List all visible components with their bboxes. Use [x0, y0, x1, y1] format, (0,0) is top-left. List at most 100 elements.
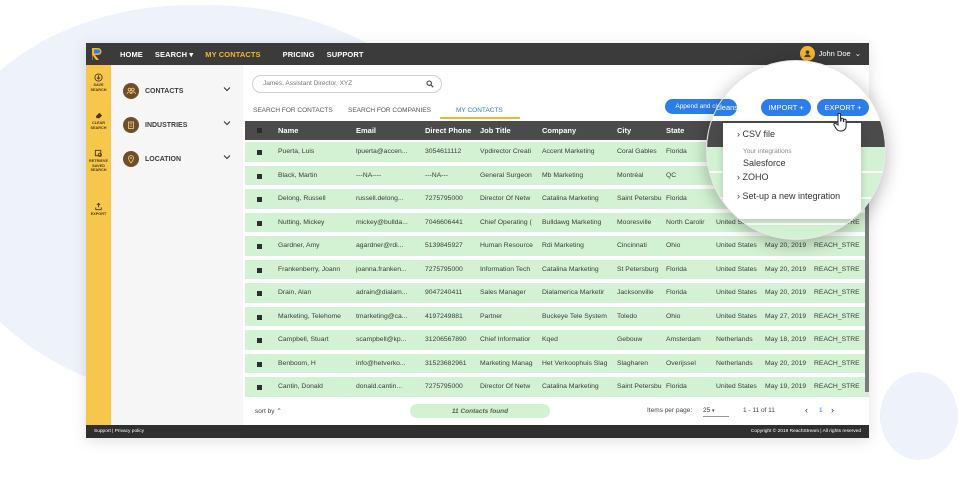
export-rail-button[interactable]: EXPORT [86, 202, 111, 217]
nav-search[interactable]: SEARCH ▾ [155, 50, 193, 59]
user-name: John Doe [818, 49, 851, 58]
row-checkbox[interactable] [257, 314, 262, 320]
column-header[interactable]: Name [278, 126, 298, 135]
clear-search-button[interactable]: CLEAR SEARCH [86, 111, 111, 130]
row-checkbox[interactable] [257, 361, 262, 367]
prev-page-icon[interactable]: ‹ [805, 405, 808, 415]
building-icon [123, 117, 139, 133]
filter-location[interactable]: LOCATION [111, 146, 243, 172]
row-checkbox[interactable] [257, 173, 262, 179]
export-zoho-option[interactable]: › ZOHO [737, 172, 769, 182]
table-cell: 7275795000 [425, 265, 463, 273]
select-all-checkbox[interactable] [257, 128, 262, 133]
save-search-button[interactable]: SAVE SEARCH [86, 73, 111, 92]
search-box [252, 75, 442, 93]
row-checkbox[interactable] [257, 291, 262, 296]
table-cell: Partner [480, 312, 503, 320]
pagination-range: 1 - 11 of 11 [743, 407, 775, 414]
row-checkbox[interactable] [257, 150, 262, 155]
table-cell: Ohio [666, 242, 681, 249]
table-cell: REACH_STRE [814, 265, 860, 273]
rail-label: EXPORT [90, 212, 107, 216]
location-pin-icon [123, 151, 139, 167]
logo-icon[interactable] [86, 43, 108, 65]
current-page[interactable]: 1 [819, 407, 823, 414]
table-cell: Catalina Marketing [542, 265, 599, 273]
column-header[interactable]: Email [356, 126, 376, 135]
copyright-text: Copyright © 2019 ReachStream | All right… [750, 429, 861, 434]
retrieve-saved-search-button[interactable]: RETRIEVE SAVED SEARCH [86, 149, 111, 173]
row-checkbox[interactable] [257, 220, 262, 226]
row-checkbox[interactable] [257, 338, 262, 343]
menu-item-label: ZOHO [742, 172, 769, 182]
table-row[interactable]: Frankenberry, Joann joanna.franken... 7275… [245, 259, 869, 281]
search-input[interactable] [263, 80, 423, 87]
table-cell: 9047240411 [425, 289, 463, 296]
nav-support[interactable]: SUPPORT [327, 50, 364, 59]
nav-my-contacts[interactable]: MY CONTACTS [205, 50, 260, 59]
table-cell: Netherlands [716, 359, 753, 367]
table-cell: Saint Petersbu [617, 383, 662, 390]
tab-search-contacts[interactable]: SEARCH FOR CONTACTS [253, 107, 333, 114]
import-button-zoom[interactable]: IMPORT + [761, 99, 811, 116]
user-menu[interactable]: John Doe ⌄ [799, 46, 861, 61]
table-cell: REACH_STRE [814, 336, 860, 343]
table-cell: United States [716, 242, 757, 249]
chevron-down-icon: ▾ [189, 49, 194, 59]
column-header[interactable]: State [666, 126, 684, 135]
nav-pricing[interactable]: PRICING [283, 50, 315, 59]
table-cell: Dialamerica Marketir [542, 289, 605, 296]
table-row[interactable]: Benboom, H info@hetverko... 31523682961 Mar… [245, 353, 869, 375]
row-checkbox[interactable] [257, 267, 262, 273]
column-header[interactable]: City [617, 126, 631, 135]
export-csv-option[interactable]: › CSV file [737, 129, 775, 139]
table-cell: Black, Martin [278, 171, 318, 179]
tab-my-contacts[interactable]: MY CONTACTS [456, 107, 503, 114]
row-checkbox[interactable] [257, 385, 262, 390]
chevron-down-icon [223, 87, 231, 92]
table-cell: Frankenberry, Joann [278, 265, 341, 273]
table-row[interactable]: Drain, Alan adrain@dialam... 9047240411 Sal… [245, 283, 869, 305]
support-privacy-links[interactable]: Support | Privacy policy [94, 429, 144, 434]
table-cell: ---NA--- [425, 171, 449, 179]
column-header[interactable]: Company [542, 126, 576, 135]
search-icon[interactable] [426, 80, 434, 88]
column-header[interactable]: Job Title [480, 126, 511, 135]
table-row[interactable]: Marketing, Telehome tmarketing@ca... 41972… [245, 306, 869, 328]
chevron-down-icon: ▾ [712, 408, 715, 414]
table-cell: Jacksonville [617, 289, 654, 296]
table-row[interactable]: Gardner, Amy agardner@rdi... 5139845927 Hum… [245, 236, 869, 258]
table-row[interactable]: Cantin, Donald donald.cantin... 7275795000… [245, 377, 869, 397]
items-per-page-select[interactable]: 25 ▾ [703, 405, 729, 417]
export-icon [95, 202, 102, 211]
table-cell: Human Resource [480, 242, 533, 249]
table-cell: Director Of Netw [480, 383, 531, 390]
export-salesforce-option[interactable]: Salesforce [743, 158, 786, 168]
table-cell: REACH_STRE [814, 312, 860, 320]
chevron-right-icon: › [737, 129, 740, 139]
column-header[interactable]: Direct Phone [425, 126, 471, 135]
append-cleanse-button-zoom[interactable]: Append and cleanse [707, 99, 742, 116]
table-cell: Chief Operating ( [480, 218, 532, 226]
sort-by-button[interactable]: sort by ⌃ [255, 407, 282, 415]
bottom-bar: Support | Privacy policy Copyright © 201… [86, 425, 869, 438]
nav-home[interactable]: HOME [120, 50, 143, 59]
filter-contacts[interactable]: CONTACTS [111, 78, 243, 104]
row-checkbox[interactable] [257, 244, 262, 249]
filter-industries[interactable]: INDUSTRIES [111, 112, 243, 138]
table-cell: May 20, 2019 [765, 265, 807, 273]
next-page-icon[interactable]: › [831, 405, 834, 415]
table-row[interactable]: Campbell, Stuart scampbell@kp... 312065678… [245, 330, 869, 352]
table-cell: Marketing, Telehome [278, 312, 341, 320]
table-cell: Saint Petersbu [617, 195, 662, 202]
eraser-icon [95, 112, 103, 119]
table-cell: Slagharen [617, 359, 648, 367]
table-cell: 31523682961 [425, 359, 467, 367]
table-cell: Puerta, Luis [278, 148, 315, 155]
items-per-page-label: Items per page: [647, 407, 693, 414]
row-checkbox[interactable] [257, 197, 262, 202]
tab-search-companies[interactable]: SEARCH FOR COMPANIES [348, 107, 431, 114]
setup-integration-option[interactable]: › Set-up a new integration [737, 191, 840, 201]
chevron-down-icon: ⌄ [854, 49, 861, 58]
table-cell: Benboom, H [278, 359, 316, 367]
